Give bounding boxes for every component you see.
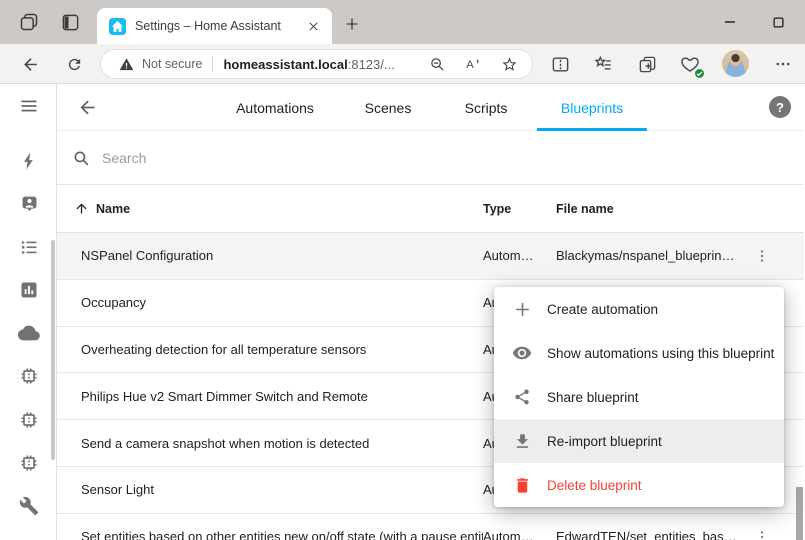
sort-ascending-icon	[74, 201, 90, 217]
download-icon	[512, 431, 532, 451]
history-icon[interactable]	[18, 279, 40, 301]
address-divider	[212, 56, 213, 72]
page-scrollbar[interactable]	[796, 487, 803, 540]
home-assistant-favicon	[109, 18, 126, 35]
maximize-button[interactable]	[760, 7, 796, 37]
share-icon	[512, 387, 532, 407]
security-label: Not secure	[142, 57, 202, 71]
tab-automations[interactable]: Automations	[236, 84, 314, 131]
minimize-button[interactable]	[712, 7, 748, 37]
menu-item-share-blueprint[interactable]: Share blueprint	[494, 375, 784, 419]
cloud-icon[interactable]	[18, 322, 40, 344]
url-suffix: :8123/...	[348, 57, 395, 72]
table-header: Name Type File name	[57, 185, 804, 233]
sidebar-scrollbar[interactable]	[51, 240, 55, 460]
search-icon	[71, 148, 91, 168]
back-icon[interactable]	[18, 52, 42, 76]
svg-text:A: A	[466, 59, 474, 71]
more-icon[interactable]	[771, 52, 795, 76]
url-host: homeassistant.local	[223, 57, 347, 72]
favorites-list-icon[interactable]	[591, 52, 615, 76]
energy-icon[interactable]	[18, 150, 40, 172]
person-marker-icon[interactable]	[18, 193, 40, 215]
tab-title: Settings – Home Assistant	[135, 19, 304, 33]
menu-item-create-automation[interactable]: Create automation	[494, 287, 784, 331]
chip-icon[interactable]	[18, 452, 40, 474]
browser-window: Settings – Home Assistant Not secure hom…	[0, 0, 805, 540]
ha-sidebar	[0, 84, 57, 540]
chip-icon[interactable]	[18, 365, 40, 387]
zoom-out-icon[interactable]	[426, 53, 448, 75]
menu-item-delete-blueprint[interactable]: Delete blueprint	[494, 463, 784, 507]
collections-icon[interactable]	[635, 52, 659, 76]
new-tab-icon[interactable]	[341, 13, 363, 35]
logbook-icon[interactable]	[18, 236, 40, 258]
tab-blueprints[interactable]: Blueprints	[561, 84, 623, 131]
tab-scripts[interactable]: Scripts	[465, 84, 508, 131]
row-overflow-icon[interactable]	[754, 246, 770, 266]
column-type[interactable]: Type	[483, 202, 556, 216]
ha-back-icon[interactable]	[75, 95, 99, 119]
home-assistant-app: Automations Scenes Scripts Blueprints ? …	[0, 84, 805, 540]
browser-toolbar: Not secure homeassistant.local:8123/... …	[0, 44, 805, 84]
help-icon[interactable]: ?	[769, 96, 791, 118]
refresh-icon[interactable]	[62, 52, 86, 76]
table-row[interactable]: Set entities based on other entities new…	[57, 514, 804, 540]
address-bar[interactable]: Not secure homeassistant.local:8123/... …	[100, 49, 533, 79]
column-name[interactable]: Name	[74, 201, 483, 217]
essentials-check-badge	[694, 68, 705, 79]
tab-actions-icon[interactable]	[59, 11, 81, 33]
profile-avatar[interactable]	[722, 50, 749, 77]
url-text: homeassistant.local:8123/...	[223, 57, 412, 72]
trash-icon	[512, 475, 532, 495]
browser-tab[interactable]: Settings – Home Assistant	[97, 8, 332, 44]
workspaces-icon[interactable]	[18, 11, 40, 33]
browser-titlebar: Settings – Home Assistant	[0, 0, 805, 44]
tab-scenes[interactable]: Scenes	[365, 84, 412, 131]
browser-essentials-icon[interactable]	[678, 52, 702, 76]
tab-close-icon[interactable]	[304, 17, 322, 35]
wrench-icon[interactable]	[18, 495, 40, 517]
blueprint-context-menu: Create automation Show automations using…	[494, 287, 784, 507]
eye-icon	[512, 343, 532, 363]
ha-main: Automations Scenes Scripts Blueprints ? …	[57, 84, 804, 540]
chip-icon[interactable]	[18, 409, 40, 431]
row-overflow-icon[interactable]	[754, 527, 770, 540]
search-input[interactable]	[102, 143, 752, 173]
read-aloud-icon[interactable]: A	[462, 53, 484, 75]
favorite-star-icon[interactable]	[498, 53, 520, 75]
column-file-name[interactable]: File name	[556, 202, 754, 216]
ha-header: Automations Scenes Scripts Blueprints ?	[57, 84, 804, 131]
menu-icon[interactable]	[18, 95, 40, 117]
plus-icon	[512, 299, 532, 319]
split-screen-icon[interactable]	[548, 52, 572, 76]
warning-icon	[119, 57, 134, 72]
menu-item-show-automations[interactable]: Show automations using this blueprint	[494, 331, 784, 375]
search-row	[57, 131, 804, 185]
menu-item-reimport-blueprint[interactable]: Re-import blueprint	[494, 419, 784, 463]
table-row[interactable]: NSPanel Configuration Autom… Blackymas/n…	[57, 233, 804, 280]
